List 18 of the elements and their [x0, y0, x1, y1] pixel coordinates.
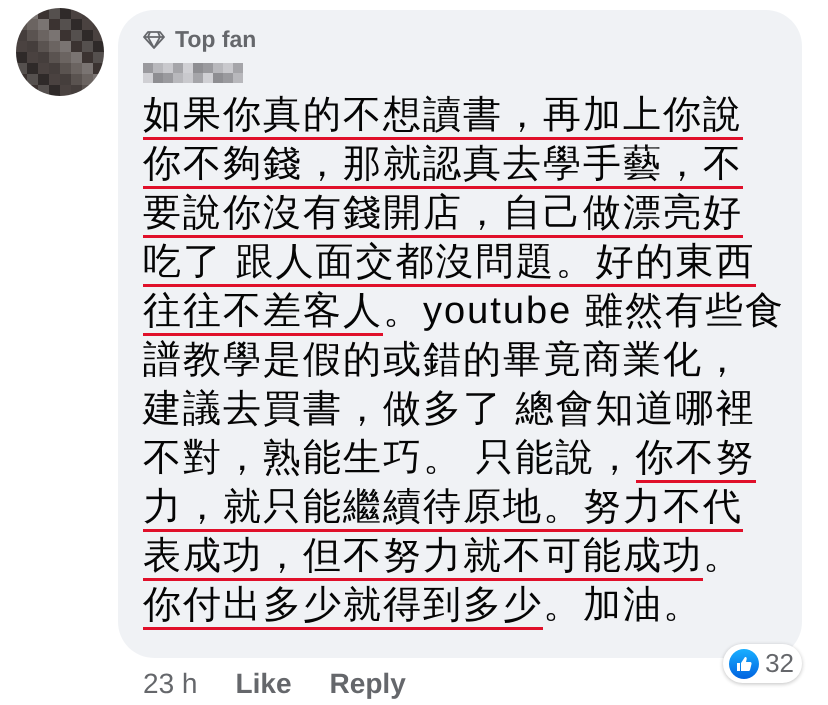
comment-text-line: 不對，熟能生巧。 只能說，你不努	[143, 434, 782, 483]
comment-text-line: 譜教學是假的或錯的畢竟商業化，	[143, 338, 744, 383]
comment-time: 23 h	[143, 668, 198, 700]
comment-text-line: 你不夠錢，那就認真去學手藝，不	[143, 140, 782, 189]
comment-text-line: 如果你真的不想讀書，再加上你說	[143, 91, 782, 140]
diamond-icon	[143, 30, 165, 48]
comment-text-line: 表成功，但不努力就不可能成功。	[143, 532, 782, 581]
reaction-count-pill[interactable]: 32	[723, 644, 802, 683]
thumbs-up-icon	[729, 648, 760, 678]
comment-text-line: 力，就只能繼續待原地。努力不代	[143, 483, 782, 532]
comment-action-link[interactable]: Like	[236, 668, 292, 700]
comment-text-line: 吃了 跟人面交都沒問題。好的東西	[143, 238, 782, 287]
comment-text-line: 要說你沒有錢開店，自己做漂亮好	[143, 189, 782, 238]
top-fan-label: Top fan	[175, 26, 256, 53]
comment-text-line: 建議去買書，做多了 總會知道哪裡	[143, 387, 757, 432]
comment-text-line: 你付出多少就得到多少。加油。	[143, 581, 782, 630]
comment-action-link[interactable]: Reply	[330, 668, 406, 700]
comment-text-line: 往往不差客人。youtube 雖然有些食	[143, 287, 782, 336]
